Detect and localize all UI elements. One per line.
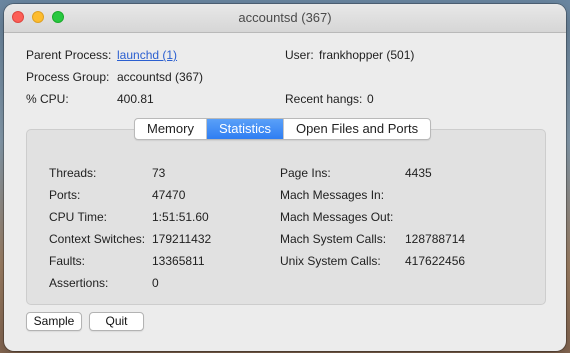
unix-system-calls-value: 417622456 bbox=[405, 254, 466, 268]
tab-bar: Memory Statistics Open Files and Ports bbox=[134, 118, 432, 140]
title-bar[interactable]: accountsd (367) bbox=[4, 4, 566, 33]
faults-value: 13365811 bbox=[152, 254, 205, 268]
cpu-label: % CPU: bbox=[26, 92, 69, 106]
parent-process-label: Parent Process: bbox=[26, 48, 112, 62]
parent-process-link[interactable]: launchd (1) bbox=[117, 48, 177, 62]
quit-button[interactable]: Quit bbox=[89, 312, 144, 331]
tab-open-files-and-ports[interactable]: Open Files and Ports bbox=[284, 119, 430, 139]
cpu-time-label: CPU Time: bbox=[49, 210, 108, 224]
user-label: User: bbox=[285, 48, 314, 62]
window-title: accountsd (367) bbox=[238, 10, 332, 25]
unix-system-calls-label: Unix System Calls: bbox=[280, 254, 381, 268]
mach-messages-in-label: Mach Messages In: bbox=[280, 188, 385, 202]
ports-value: 47470 bbox=[152, 188, 186, 202]
mach-system-calls-label: Mach System Calls: bbox=[280, 232, 387, 246]
process-group-value: accountsd (367) bbox=[117, 70, 204, 84]
cpu-time-value: 1:51:51.60 bbox=[152, 210, 209, 224]
process-info-window: accountsd (367) Parent Process: launchd … bbox=[4, 4, 566, 351]
page-ins-label: Page Ins: bbox=[280, 166, 331, 180]
context-switches-value: 179211432 bbox=[152, 232, 212, 246]
page-ins-value: 4435 bbox=[405, 166, 432, 180]
mach-messages-out-label: Mach Messages Out: bbox=[280, 210, 394, 224]
sample-button[interactable]: Sample bbox=[26, 312, 82, 331]
cpu-value: 400.81 bbox=[117, 92, 154, 106]
process-group-label: Process Group: bbox=[26, 70, 110, 84]
tab-memory[interactable]: Memory bbox=[135, 119, 207, 139]
assertions-value: 0 bbox=[152, 276, 159, 290]
faults-label: Faults: bbox=[49, 254, 86, 268]
ports-label: Ports: bbox=[49, 188, 81, 202]
recent-hangs-label: Recent hangs: bbox=[285, 92, 363, 106]
context-switches-label: Context Switches: bbox=[49, 232, 146, 246]
recent-hangs-value: 0 bbox=[367, 92, 374, 106]
mach-system-calls-value: 128788714 bbox=[405, 232, 466, 246]
user-value: frankhopper (501) bbox=[319, 48, 415, 62]
threads-label: Threads: bbox=[49, 166, 97, 180]
assertions-label: Assertions: bbox=[49, 276, 109, 290]
tab-statistics[interactable]: Statistics bbox=[206, 119, 284, 139]
threads-value: 73 bbox=[152, 166, 166, 180]
